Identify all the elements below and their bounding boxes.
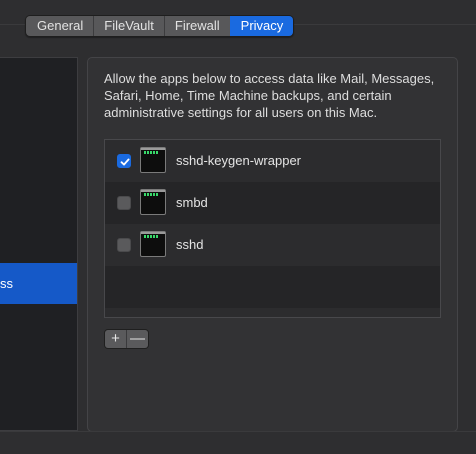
app-checkbox[interactable] <box>117 196 131 210</box>
list-edit-buttons: + — <box>104 329 149 349</box>
sidebar-item-label: ss <box>0 276 13 291</box>
empty-row <box>105 266 440 308</box>
remove-app-button[interactable]: — <box>126 330 148 348</box>
app-checkbox[interactable] <box>117 238 131 252</box>
security-privacy-window: General FileVault Firewall Privacy ss Al… <box>0 0 476 454</box>
add-app-button[interactable]: + <box>105 330 126 348</box>
privacy-detail-panel: Allow the apps below to access data like… <box>87 57 458 432</box>
privacy-description: Allow the apps below to access data like… <box>104 71 435 120</box>
list-item[interactable]: sshd-keygen-wrapper <box>105 140 440 182</box>
sidebar-item-selected[interactable]: ss <box>0 263 77 304</box>
tab-bar: General FileVault Firewall Privacy <box>25 15 295 37</box>
tab-privacy[interactable]: Privacy <box>229 16 294 36</box>
list-item[interactable]: smbd <box>105 182 440 224</box>
app-name: sshd-keygen-wrapper <box>176 153 302 168</box>
footer-divider <box>0 431 476 432</box>
tab-firewall[interactable]: Firewall <box>163 16 230 36</box>
tab-general[interactable]: General <box>26 16 94 36</box>
terminal-icon <box>140 147 166 173</box>
terminal-icon <box>140 189 166 215</box>
app-list: sshd-keygen-wrapper smbd sshd <box>104 139 441 318</box>
app-name: sshd <box>176 237 204 252</box>
terminal-icon <box>140 231 166 257</box>
tab-filevault[interactable]: FileVault <box>93 16 164 36</box>
app-checkbox[interactable] <box>117 154 131 168</box>
empty-row <box>105 308 440 317</box>
app-name: smbd <box>176 195 208 210</box>
checkmark-icon <box>120 158 130 166</box>
list-item[interactable]: sshd <box>105 224 440 266</box>
privacy-category-sidebar: ss <box>0 57 78 431</box>
